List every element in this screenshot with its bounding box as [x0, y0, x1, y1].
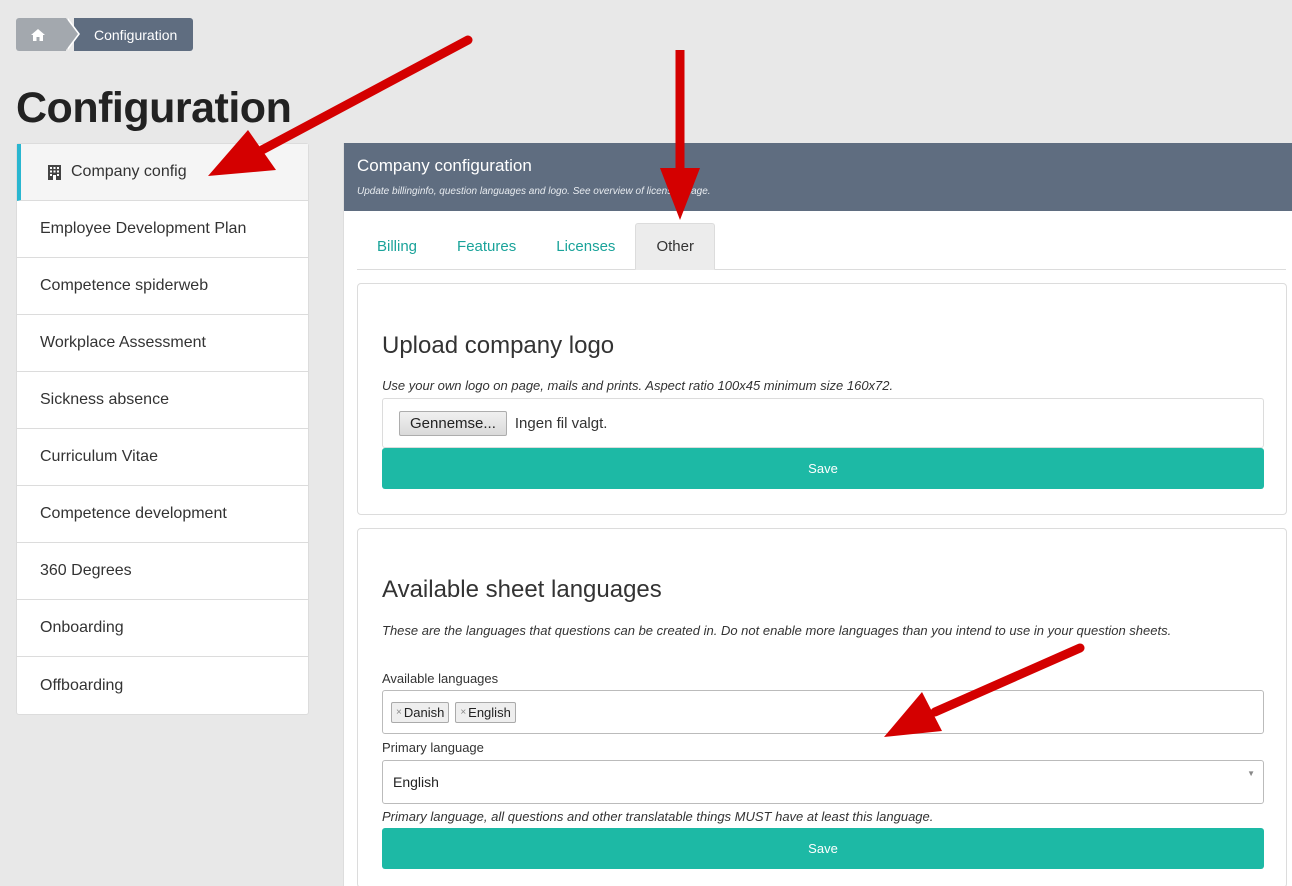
- languages-card: Available sheet languages These are the …: [357, 528, 1287, 886]
- sidebar-item-curriculum-vitae[interactable]: Curriculum Vitae: [17, 429, 308, 486]
- sidebar-item-label: Competence development: [40, 505, 227, 522]
- sidebar-item-label: Offboarding: [40, 676, 124, 694]
- sidebar-item-label: Employee Development Plan: [40, 220, 247, 237]
- upload-logo-description: Use your own logo on page, mails and pri…: [382, 378, 894, 393]
- company-config-panel: Company configuration Update billinginfo…: [343, 143, 1292, 886]
- sidebar-item-label: 360 Degrees: [40, 562, 132, 579]
- save-languages-button[interactable]: Save: [382, 828, 1264, 869]
- sidebar-item-competence-spiderweb[interactable]: Competence spiderweb: [17, 258, 308, 315]
- tag-label: Danish: [403, 704, 445, 720]
- panel-subtitle: Update billinginfo, question languages a…: [357, 186, 711, 197]
- panel-title: Company configuration: [357, 156, 532, 175]
- tab-billing[interactable]: Billing: [357, 223, 437, 269]
- primary-language-label: Primary language: [382, 740, 484, 755]
- tab-other[interactable]: Other: [635, 223, 715, 270]
- primary-language-select[interactable]: English ▼: [382, 760, 1264, 804]
- sidebar-item-label: Competence spiderweb: [40, 277, 209, 294]
- upload-logo-title: Upload company logo: [382, 332, 615, 359]
- sidebar-item-competence-development[interactable]: Competence development: [17, 486, 308, 543]
- sidebar-item-onboarding[interactable]: Onboarding: [17, 600, 308, 657]
- language-tag-danish[interactable]: × Danish: [391, 701, 450, 723]
- tab-licenses[interactable]: Licenses: [536, 223, 635, 269]
- language-tag-english[interactable]: × English: [455, 701, 516, 723]
- home-icon: [31, 28, 45, 41]
- remove-tag-icon[interactable]: ×: [460, 707, 466, 718]
- panel-header: Company configuration Update billinginfo…: [344, 143, 1292, 211]
- sidebar-item-offboarding[interactable]: Offboarding: [17, 657, 308, 714]
- sidebar-item-company-config[interactable]: Company config: [17, 144, 308, 201]
- sidebar-item-label: Workplace Assessment: [40, 334, 206, 351]
- languages-description: These are the languages that questions c…: [382, 623, 1172, 638]
- upload-logo-card: Upload company logo Use your own logo on…: [357, 283, 1287, 515]
- tab-bar: Billing Features Licenses Other: [357, 223, 1286, 270]
- breadcrumb: Configuration: [16, 18, 194, 51]
- sidebar-item-label: Onboarding: [40, 619, 124, 636]
- sidebar-item-360-degrees[interactable]: 360 Degrees: [17, 543, 308, 600]
- building-icon: [48, 164, 61, 180]
- sidebar-item-workplace-assessment[interactable]: Workplace Assessment: [17, 315, 308, 372]
- page-title: Configuration: [16, 84, 292, 132]
- primary-language-value: English: [393, 774, 439, 790]
- browse-button[interactable]: Gennemse...: [399, 410, 507, 436]
- available-languages-label: Available languages: [382, 671, 499, 686]
- available-languages-input[interactable]: × Danish × English: [382, 690, 1264, 734]
- dropdown-arrow-icon: ▼: [1247, 769, 1255, 778]
- sidebar-item-employee-development-plan[interactable]: Employee Development Plan: [17, 201, 308, 258]
- file-status: Ingen fil valgt.: [514, 414, 608, 432]
- logo-file-input[interactable]: Gennemse... Ingen fil valgt.: [382, 398, 1264, 448]
- breadcrumb-home[interactable]: [16, 18, 78, 51]
- primary-language-note: Primary language, all questions and othe…: [382, 809, 934, 824]
- save-logo-button[interactable]: Save: [382, 448, 1264, 489]
- remove-tag-icon[interactable]: ×: [396, 707, 402, 718]
- tag-label: English: [468, 704, 511, 720]
- sidebar-item-label: Company config: [71, 163, 187, 180]
- breadcrumb-current[interactable]: Configuration: [74, 18, 194, 51]
- sidebar-item-label: Curriculum Vitae: [40, 448, 158, 465]
- sidebar-item-sickness-absence[interactable]: Sickness absence: [17, 372, 308, 429]
- tab-features[interactable]: Features: [437, 223, 536, 269]
- languages-title: Available sheet languages: [382, 576, 662, 603]
- sidebar: Company config Employee Development Plan…: [16, 143, 309, 715]
- sidebar-item-label: Sickness absence: [40, 391, 169, 408]
